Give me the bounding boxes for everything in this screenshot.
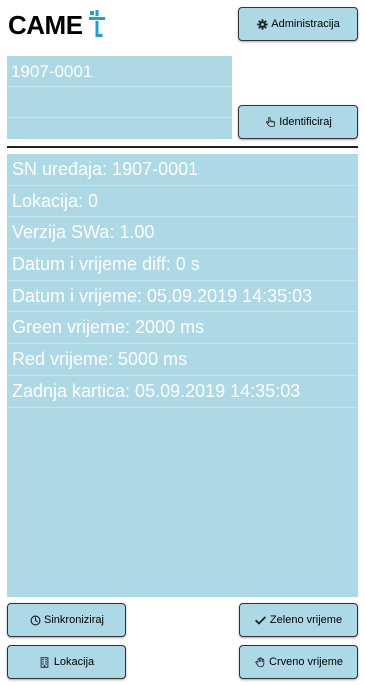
came-logo-mark-icon	[88, 10, 105, 37]
divider	[7, 146, 358, 148]
location-button-label: Lokacija	[53, 656, 95, 668]
hand-pointer-icon	[264, 116, 276, 128]
info-row-software-version: Verzija SWa: 1.00	[7, 217, 358, 250]
info-row-serial: SN uređaja: 1907-0001	[7, 154, 358, 186]
device-list-item-empty[interactable]	[7, 87, 232, 118]
administration-button-label: Administracija	[271, 18, 340, 30]
device-list[interactable]: 1907-0001	[7, 56, 232, 139]
logo-text: CAME	[8, 9, 83, 40]
synchronize-button[interactable]: Sinkroniziraj	[7, 603, 126, 637]
check-icon	[255, 614, 267, 626]
identify-button-label: Identificiraj	[279, 116, 332, 128]
info-row-datetime: Datum i vrijeme: 05.09.2019 14:35:03	[7, 281, 358, 313]
location-button[interactable]: Lokacija	[7, 645, 126, 679]
hand-stop-icon	[254, 656, 266, 668]
building-icon	[39, 656, 51, 668]
info-row-location: Lokacija: 0	[7, 186, 358, 218]
gear-icon	[256, 18, 268, 30]
came-logo: CAME	[8, 10, 105, 40]
red-time-button-label: Crveno vrijeme	[269, 656, 343, 668]
red-time-button[interactable]: Crveno vrijeme	[239, 645, 358, 679]
device-list-item[interactable]: 1907-0001	[7, 56, 232, 87]
info-row-green-time: Green vrijeme: 2000 ms	[7, 312, 358, 345]
identify-button[interactable]: Identificiraj	[238, 105, 358, 139]
device-info-panel: SN uređaja: 1907-0001 Lokacija: 0 Verzij…	[7, 154, 358, 597]
green-time-button[interactable]: Zeleno vrijeme	[239, 603, 358, 637]
info-row-last-card: Zadnja kartica: 05.09.2019 14:35:03	[7, 376, 358, 408]
administration-button[interactable]: Administracija	[238, 7, 358, 41]
app-screen: CAME Administracija 1907-0001 Identifici…	[0, 0, 365, 685]
synchronize-button-label: Sinkroniziraj	[44, 614, 104, 626]
clock-icon	[29, 614, 41, 626]
green-time-button-label: Zeleno vrijeme	[269, 614, 343, 626]
info-row-red-time: Red vrijeme: 5000 ms	[7, 344, 358, 376]
info-row-datetime-diff: Datum i vrijeme diff: 0 s	[7, 249, 358, 281]
